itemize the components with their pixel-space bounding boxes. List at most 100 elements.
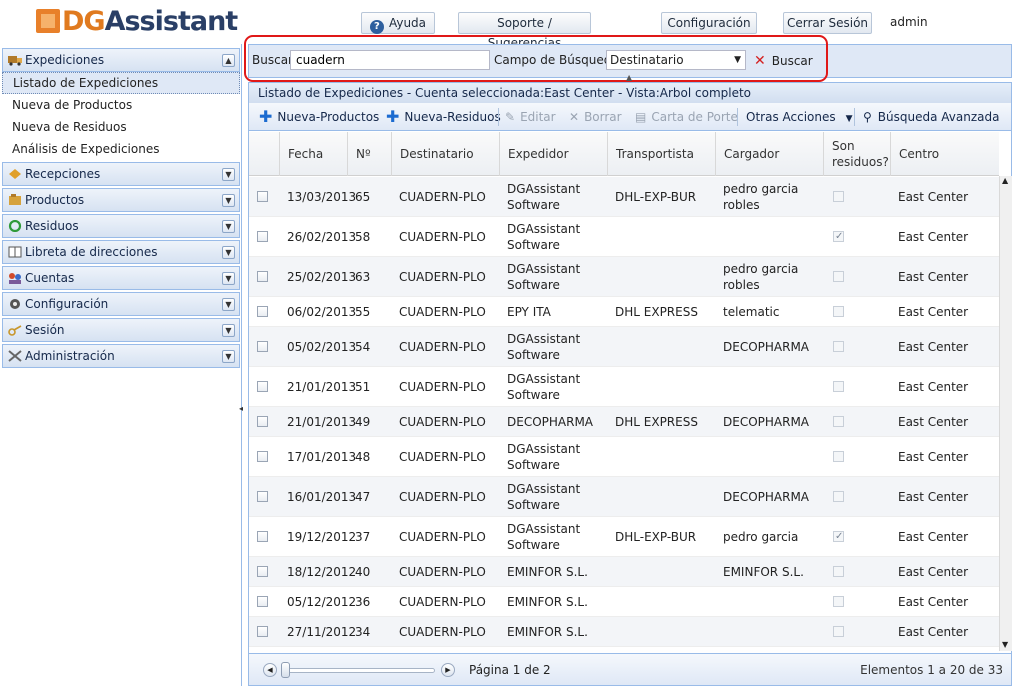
logout-button[interactable]: Cerrar Sesión	[783, 12, 872, 34]
cell-transportista: DHL EXPRESS	[615, 304, 698, 319]
sidebar-section-recepciones[interactable]: Recepciones ▼	[2, 162, 240, 186]
sidebar-item-analisis-expediciones[interactable]: Análisis de Expediciones	[2, 138, 240, 160]
row-select-checkbox[interactable]	[257, 306, 268, 317]
table-row[interactable]: 21/01/2013 51 CUADERN-PLO DGAssistant Softw…	[249, 367, 999, 407]
cell-numero: 58	[355, 229, 371, 244]
column-header-son-residuos[interactable]: Son residuos?	[823, 132, 890, 176]
cell-destinatario: CUADERN-PLO	[399, 229, 486, 244]
page-slider-thumb[interactable]	[281, 662, 290, 678]
sidebar-item-nueva-residuos[interactable]: Nueva de Residuos	[2, 116, 240, 138]
column-header-expedidor[interactable]: Expedidor	[499, 132, 607, 176]
sidebar-section-residuos[interactable]: Residuos ▼	[2, 214, 240, 238]
table-row[interactable]: 05/02/2013 54 CUADERN-PLO DGAssistant Softw…	[249, 327, 999, 367]
row-select-checkbox[interactable]	[257, 626, 268, 637]
expand-toggle-icon[interactable]: ▼	[222, 324, 235, 337]
sidebar-section-libreta-direcciones[interactable]: Libreta de direcciones ▼	[2, 240, 240, 264]
cell-expedidor: DGAssistant Software	[507, 521, 581, 552]
column-header-destinatario[interactable]: Destinatario	[391, 132, 499, 176]
sidebar-section-sesion[interactable]: Sesión ▼	[2, 318, 240, 342]
cell-transportista: DHL-EXP-BUR	[615, 189, 697, 204]
table-row[interactable]: 21/01/2013 49 CUADERN-PLO DECOPHARMA DHL EXP…	[249, 407, 999, 437]
column-header-cargador[interactable]: Cargador	[715, 132, 823, 176]
expand-toggle-icon[interactable]: ▼	[222, 272, 235, 285]
vertical-scrollbar[interactable]: ▲ ▼	[999, 176, 1012, 651]
table-row[interactable]: 16/01/2013 47 CUADERN-PLO DGAssistant Softw…	[249, 477, 999, 517]
cell-transportista	[607, 437, 715, 476]
table-row[interactable]: 13/03/2013 65 CUADERN-PLO DGAssistant Softw…	[249, 177, 999, 217]
delete-icon: ✕	[569, 110, 580, 124]
row-select-checkbox[interactable]	[257, 341, 268, 352]
sidebar-section-administracion[interactable]: Administración ▼	[2, 344, 240, 368]
row-select-cell	[249, 327, 279, 366]
row-select-checkbox[interactable]	[257, 491, 268, 502]
edit-button[interactable]: ✎ Editar	[505, 108, 556, 126]
row-select-checkbox[interactable]	[257, 451, 268, 462]
row-select-checkbox[interactable]	[257, 191, 268, 202]
row-select-checkbox[interactable]	[257, 231, 268, 242]
page-slider[interactable]	[285, 668, 435, 673]
row-select-checkbox[interactable]	[257, 416, 268, 427]
row-select-checkbox[interactable]	[257, 566, 268, 577]
table-row[interactable]: 19/12/2012 37 CUADERN-PLO DGAssistant Softw…	[249, 517, 999, 557]
row-select-checkbox[interactable]	[257, 596, 268, 607]
cell-transportista	[607, 257, 715, 296]
cell-son-residuos	[823, 617, 890, 646]
column-header-centro[interactable]: Centro	[890, 132, 999, 176]
cell-cargador	[715, 367, 823, 406]
cell-transportista	[607, 617, 715, 646]
cell-expedidor: DGAssistant Software	[507, 181, 581, 212]
other-actions-button[interactable]: Otras Acciones ▼	[746, 108, 853, 126]
expand-toggle-icon[interactable]: ▼	[222, 220, 235, 233]
cell-expedidor: DGAssistant Software	[507, 221, 581, 252]
sidebar-section-cuentas[interactable]: Cuentas ▼	[2, 266, 240, 290]
row-select-checkbox[interactable]	[257, 271, 268, 282]
new-products-button[interactable]: ✚ Nueva-Productos	[259, 108, 379, 126]
new-waste-button[interactable]: ✚ Nueva-Residuos	[386, 108, 501, 126]
delete-button[interactable]: ✕ Borrar	[569, 108, 622, 126]
sidebar-section-expediciones[interactable]: Expediciones ▲	[2, 48, 240, 72]
table-row[interactable]: 27/11/2012 34 CUADERN-PLO EMINFOR S.L. East …	[249, 617, 999, 647]
cell-numero: 65	[355, 189, 371, 204]
expand-toggle-icon[interactable]: ▼	[222, 350, 235, 363]
row-select-checkbox[interactable]	[257, 531, 268, 542]
table-row[interactable]: 18/12/2012 40 CUADERN-PLO EMINFOR S.L. EMINF…	[249, 557, 999, 587]
support-button[interactable]: Soporte / Sugerencias	[458, 12, 591, 50]
sidebar-section-configuracion[interactable]: Configuración ▼	[2, 292, 240, 316]
table-row[interactable]: 25/02/2013 63 CUADERN-PLO DGAssistant Softw…	[249, 257, 999, 297]
residuos-checkbox	[833, 381, 844, 392]
row-select-checkbox[interactable]	[257, 381, 268, 392]
sidebar-collapse-icon[interactable]: ◂	[239, 404, 243, 413]
collapse-toggle-icon[interactable]: ▲	[222, 54, 235, 67]
expand-toggle-icon[interactable]: ▼	[222, 298, 235, 311]
table-row[interactable]: 17/01/2013 48 CUADERN-PLO DGAssistant Softw…	[249, 437, 999, 477]
expand-toggle-icon[interactable]: ▼	[222, 194, 235, 207]
configuration-button[interactable]: Configuración	[661, 12, 757, 34]
select-column-header[interactable]	[249, 132, 279, 176]
scroll-down-icon[interactable]: ▼	[1002, 640, 1008, 649]
previous-page-button[interactable]: ◀	[263, 663, 277, 677]
column-header-numero[interactable]: Nº	[347, 132, 391, 176]
expand-toggle-icon[interactable]: ▼	[222, 246, 235, 259]
help-button[interactable]: ? Ayuda	[361, 12, 435, 34]
sidebar-section-productos[interactable]: Productos ▼	[2, 188, 240, 212]
next-page-button[interactable]: ▶	[441, 663, 455, 677]
grid-header: Fecha Nº Destinatario Expedidor Transpor…	[249, 132, 999, 176]
table-row[interactable]: 26/02/2013 58 CUADERN-PLO DGAssistant Softw…	[249, 217, 999, 257]
table-row[interactable]: 06/02/2013 55 CUADERN-PLO EPY ITA DHL EXPRES…	[249, 297, 999, 327]
column-header-fecha[interactable]: Fecha	[279, 132, 347, 176]
grid-toolbar: ✚ Nueva-Productos ✚ Nueva-Residuos ✎ Editar…	[249, 103, 1011, 131]
scroll-up-icon[interactable]: ▲	[1002, 176, 1008, 185]
row-select-cell	[249, 177, 279, 216]
expand-toggle-icon[interactable]: ▼	[222, 168, 235, 181]
cell-numero: 34	[355, 624, 371, 639]
sidebar-item-listado-expediciones[interactable]: Listado de Expediciones	[2, 72, 240, 94]
document-icon: ▤	[635, 110, 647, 124]
resize-handle-icon[interactable]: ▲	[626, 73, 632, 82]
users-icon	[9, 273, 21, 284]
cell-fecha: 25/02/2013	[287, 269, 357, 284]
waybill-button[interactable]: ▤ Carta de Porte	[635, 108, 738, 126]
table-row[interactable]: 05/12/2012 36 CUADERN-PLO EMINFOR S.L. East …	[249, 587, 999, 617]
sidebar-item-nueva-productos[interactable]: Nueva de Productos	[2, 94, 240, 116]
advanced-search-button[interactable]: ⚲ Búsqueda Avanzada	[863, 108, 999, 126]
column-header-transportista[interactable]: Transportista	[607, 132, 715, 176]
